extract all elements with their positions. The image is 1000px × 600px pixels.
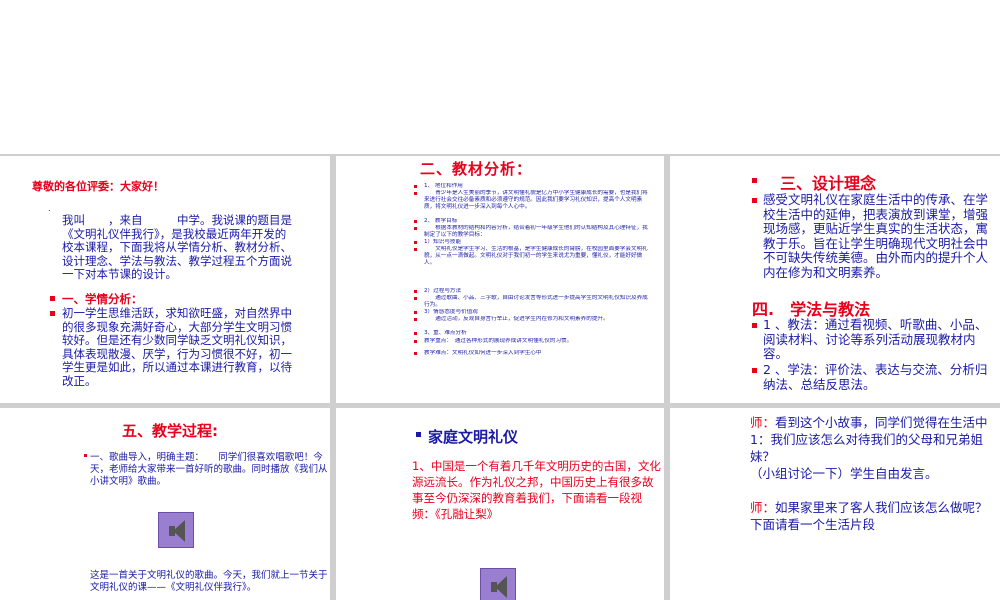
list-item: 1、 地位和作用 xyxy=(424,183,463,189)
teaching-method-paragraph: 1 、教法：通过看视频、听歌曲、小品、阅读材料、讨论等系列活动展现教材内容。 xyxy=(763,317,988,361)
slide-thumbnail-3[interactable]: 三、设计理念 感受文明礼仪在家庭生活中的传承、在学校生活中的延伸，把表演放到课堂… xyxy=(670,156,1000,403)
bullet-icon xyxy=(414,311,417,314)
slide-thumbnail-1[interactable]: 尊敬的各位评委：大家好！ . 我叫 ，来自 中学。我说课的题目是《文明礼仪伴我行… xyxy=(0,156,330,403)
list-item: 青少年是人生美丽的季节，讲文明懂礼貌是亿万中小学生健康成长的需要，也是我们将来进… xyxy=(424,190,648,210)
teacher-label: 师： xyxy=(750,500,776,515)
bullet-icon xyxy=(752,178,757,183)
bullet-icon xyxy=(416,432,421,437)
teacher-question-text: 看到这个小故事，同学们觉得在生活中 xyxy=(775,415,988,430)
bullet-icon xyxy=(752,198,757,203)
section-heading-design: 三、设计理念 xyxy=(780,174,877,193)
greeting-text: 尊敬的各位评委：大家好！ xyxy=(32,180,164,193)
bullet-icon xyxy=(414,192,417,195)
bullet-icon xyxy=(84,454,87,457)
discussion-block: 师：看到这个小故事，同学们觉得在生活中 1：我们应该怎么对待我们的父母和兄弟姐妹… xyxy=(750,414,998,533)
design-paragraph: 感受文明礼仪在家庭生活中的传承、在学校生活中的延伸，把表演放到课堂，增强现场感，… xyxy=(763,192,989,280)
bullet-icon xyxy=(414,297,417,300)
list-item: 通过活动，反观自身言行举止，促进学生内在修为和文明素养的提升。 xyxy=(424,316,609,322)
dot-marker: . xyxy=(48,204,51,213)
question-text: 1：我们应该怎么对待我们的父母和兄弟姐妹？ xyxy=(750,432,983,464)
slide-thumbnail-6[interactable]: 师：看到这个小故事，同学们觉得在生活中 1：我们应该怎么对待我们的父母和兄弟姐妹… xyxy=(670,408,1000,600)
bullet-icon xyxy=(50,296,55,301)
intro-paragraph: 我叫 ，来自 中学。我说课的题目是《文明礼仪伴我行》，是我校最近两年开发的校本课… xyxy=(62,213,292,281)
bullet-icon xyxy=(414,248,417,251)
list-item: 3、重、难点分析 xyxy=(424,330,467,336)
bullet-icon xyxy=(414,185,417,188)
learning-method-paragraph: 2 、学法：评价法、表达与交流、分析归纳法、总结反思法。 xyxy=(763,362,988,392)
section-heading: 一、学情分析： xyxy=(62,292,143,306)
bullet-icon xyxy=(752,368,757,373)
section-heading-process: 五、教学过程: xyxy=(122,422,218,440)
speaker-icon[interactable] xyxy=(158,512,194,548)
slide-thumbnail-2[interactable]: 二、教材分析： 1、 地位和作用 青少年是人生美丽的季节，讲文明懂礼貌是亿万中小… xyxy=(336,156,664,403)
bullet-icon xyxy=(414,318,417,321)
bullet-icon xyxy=(414,227,417,230)
slide-thumbnail-5[interactable]: 家庭文明礼仪 1、中国是一个有着几千年文明历史的古国，文化源远流长。作为礼仪之邦… xyxy=(336,408,664,600)
list-item: 2）过程与方法 xyxy=(424,288,462,294)
list-item: 3）情感态度与价值观 xyxy=(424,309,478,315)
bullet-icon xyxy=(752,323,757,328)
bullet-icon xyxy=(50,311,55,316)
bullet-icon xyxy=(414,241,417,244)
song-summary-paragraph: 这是一首关于文明礼仪的歌曲。今天，我们就上一节关于文明礼仪的课——《文明礼仪伴我… xyxy=(90,570,328,593)
list-item: 根据本教材的结构和内容分析，结合着初一年级学生他们的认知结构及其心理特征，我制定… xyxy=(424,225,648,238)
song-intro-paragraph: 一、歌曲导入，明确主题： 同学们很喜欢唱歌吧！今天，老师给大家带来一首好听的歌曲… xyxy=(90,452,328,487)
slide-title: 二、教材分析： xyxy=(420,160,533,178)
speaker-icon[interactable] xyxy=(480,568,516,600)
story-paragraph: 1、中国是一个有着几千年文明历史的古国，文化源远流长。作为礼仪之邦，中国历史上有… xyxy=(412,459,661,521)
bullet-icon xyxy=(414,220,417,223)
bullet-icon xyxy=(414,290,417,293)
list-item: 教学重点： 通过各种形式的展现养成讲文明懂礼仪的习惯。 xyxy=(424,338,573,344)
bullet-icon xyxy=(414,340,417,343)
teacher-prompt-text: 如果家里来了客人我们应该怎么做呢？下面请看一个生活片段 xyxy=(750,500,988,532)
bullet-icon xyxy=(414,332,417,335)
list-item: 教学难点：文明礼仪如何进一步深入到学生心中 xyxy=(424,350,542,356)
discussion-text: （小组讨论一下）学生自由发言。 xyxy=(750,466,938,481)
analysis-paragraph: 初一学生思维活跃，求知欲旺盛，对自然界中的很多现象充满好奇心，大部分学生文明习惯… xyxy=(62,306,292,388)
section-heading-family: 家庭文明礼仪 xyxy=(428,428,519,446)
list-item: 1）知识与技能 xyxy=(424,239,462,245)
teacher-label: 师： xyxy=(750,415,776,430)
list-item: 2、 教学目标 xyxy=(424,218,458,224)
slide-thumbnail-4[interactable]: 五、教学过程: 一、歌曲导入，明确主题： 同学们很喜欢唱歌吧！今天，老师给大家带… xyxy=(0,408,330,600)
list-item: 文明礼仪是学生学习、生活的根基，是学生健康成长的臂膀，在校园里面要学会文明礼貌，… xyxy=(424,246,648,266)
bullet-icon xyxy=(414,352,417,355)
list-item: 通过歌曲、小品、三字歌，自由讨论发言等形式进一步提高学生的文明礼仪知识及养成行为… xyxy=(424,295,648,308)
